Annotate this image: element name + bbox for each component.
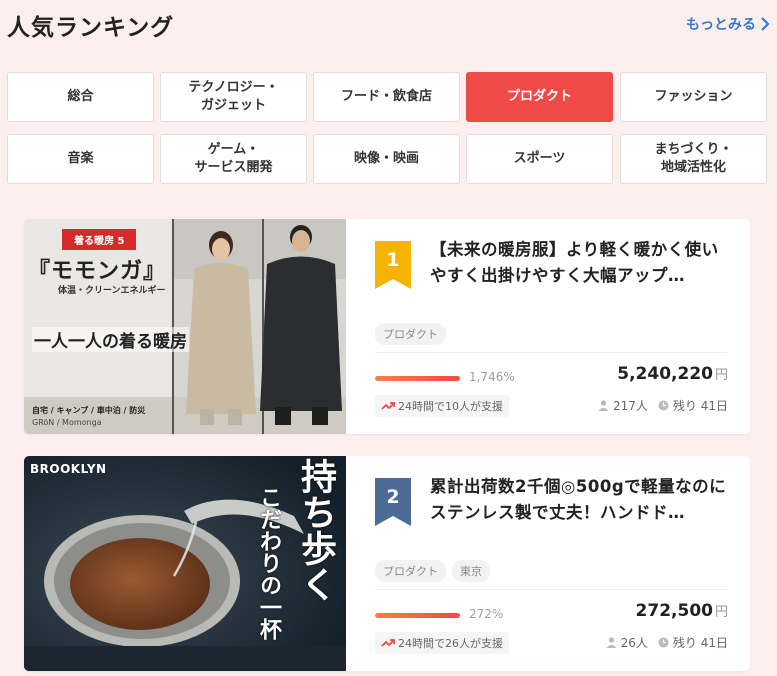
funding-percent: 272% [469, 607, 504, 621]
funding-percent: 1,746% [469, 370, 515, 384]
trending-up-icon [381, 402, 395, 410]
support-text: 24時間で26人が支援 [398, 637, 503, 650]
currency-unit: 円 [714, 605, 728, 620]
category-tag[interactable]: プロダクト [375, 560, 446, 582]
currency-unit: 円 [714, 368, 728, 383]
tab-game-service[interactable]: ゲーム・ サービス開発 [160, 134, 307, 184]
ranking-header: 人気ランキング もっとみる [7, 8, 770, 42]
divider [375, 352, 727, 353]
clock-icon [658, 400, 669, 411]
remaining-days: 残り 41日 [658, 634, 728, 651]
backers-count: 217人 [598, 397, 648, 414]
rank-number: 2 [386, 486, 400, 508]
project-thumbnail: 着る暖房 5 『モモンガ』 体温・クリーンエネルギー 一人一人の着る暖房 自宅 … [24, 219, 346, 434]
tab-sports[interactable]: スポーツ [466, 134, 613, 184]
support-text: 24時間で10人が支援 [398, 400, 503, 413]
backers-text: 26人 [620, 636, 648, 650]
person-icon [598, 400, 609, 411]
location-tag[interactable]: 東京 [452, 560, 490, 582]
tab-music[interactable]: 音楽 [7, 134, 154, 184]
project-card[interactable]: 着る暖房 5 『モモンガ』 体温・クリーンエネルギー 一人一人の着る暖房 自宅 … [24, 219, 750, 434]
more-link[interactable]: もっとみる [686, 14, 770, 34]
tab-film-video[interactable]: 映像・映画 [313, 134, 460, 184]
tab-product[interactable]: プロダクト [466, 72, 613, 122]
tag-list: プロダクト 東京 [375, 560, 490, 582]
tab-community[interactable]: まちづくり・ 地域活性化 [620, 134, 767, 184]
category-tag[interactable]: プロダクト [375, 323, 446, 345]
tab-food-restaurant[interactable]: フード・飲食店 [313, 72, 460, 122]
trending-up-icon [381, 639, 395, 647]
chevron-right-icon [761, 17, 770, 31]
recent-support-badge: 24時間で10人が支援 [375, 395, 509, 417]
project-meta: 26人 残り 41日 [606, 634, 728, 651]
funding-amount: 5,240,220 円 [617, 364, 728, 384]
divider [375, 589, 727, 590]
progress-bar [375, 376, 460, 381]
clock-icon [658, 637, 669, 648]
project-meta: 217人 残り 41日 [598, 397, 728, 414]
thumb-sub: 体温・クリーンエネルギー [58, 286, 166, 296]
thumb-brand: BROOKLYN [30, 462, 107, 476]
tag-list: プロダクト [375, 323, 446, 345]
tab-technology-gadget[interactable]: テクノロジー・ ガジェット [160, 72, 307, 122]
thumb-brand: GRöN / Momonga [32, 418, 102, 427]
amount-value: 5,240,220 [617, 364, 713, 384]
progress-fill [375, 613, 460, 618]
rank-badge: 1 [375, 241, 411, 289]
tab-overall[interactable]: 総合 [7, 72, 154, 122]
thumb-headline: 持ち歩く [295, 458, 336, 602]
progress-fill [375, 376, 460, 381]
thumb-badge: 着る暖房 5 [62, 229, 137, 250]
person-icon [606, 637, 617, 648]
remaining-text: 残り 41日 [672, 399, 728, 413]
project-thumbnail: BROOKLYN 持ち歩く こだわりの一杯 [24, 456, 346, 671]
project-title[interactable]: 【未来の暖房服】より軽く暖かく使いやすく出掛けやすく大幅アップ… [430, 237, 728, 290]
recent-support-badge: 24時間で26人が支援 [375, 632, 509, 654]
project-card[interactable]: BROOKLYN 持ち歩く こだわりの一杯 2 累計出荷数2千個◎500gで軽量… [24, 456, 750, 671]
rank-badge: 2 [375, 478, 411, 526]
progress-bar [375, 613, 460, 618]
thumb-uses: 自宅 / キャンプ / 車中泊 / 防災 [32, 406, 146, 415]
funding-amount: 272,500 円 [636, 601, 728, 621]
project-title[interactable]: 累計出荷数2千個◎500gで軽量なのにステンレス製で丈夫！ハンドド… [430, 474, 728, 527]
rank-number: 1 [386, 249, 400, 271]
tab-fashion[interactable]: ファッション [620, 72, 767, 122]
thumb-tagline: 一人一人の着る暖房 [32, 327, 189, 352]
thumb-sub: こだわりの一杯 [256, 486, 281, 640]
page-title: 人気ランキング [7, 15, 175, 41]
thumb-headline: 『モモンガ』 [28, 259, 167, 284]
more-link-label: もっとみる [686, 17, 756, 33]
backers-count: 26人 [606, 634, 648, 651]
remaining-text: 残り 41日 [672, 636, 728, 650]
backers-text: 217人 [613, 399, 648, 413]
remaining-days: 残り 41日 [658, 397, 728, 414]
amount-value: 272,500 [635, 601, 713, 621]
